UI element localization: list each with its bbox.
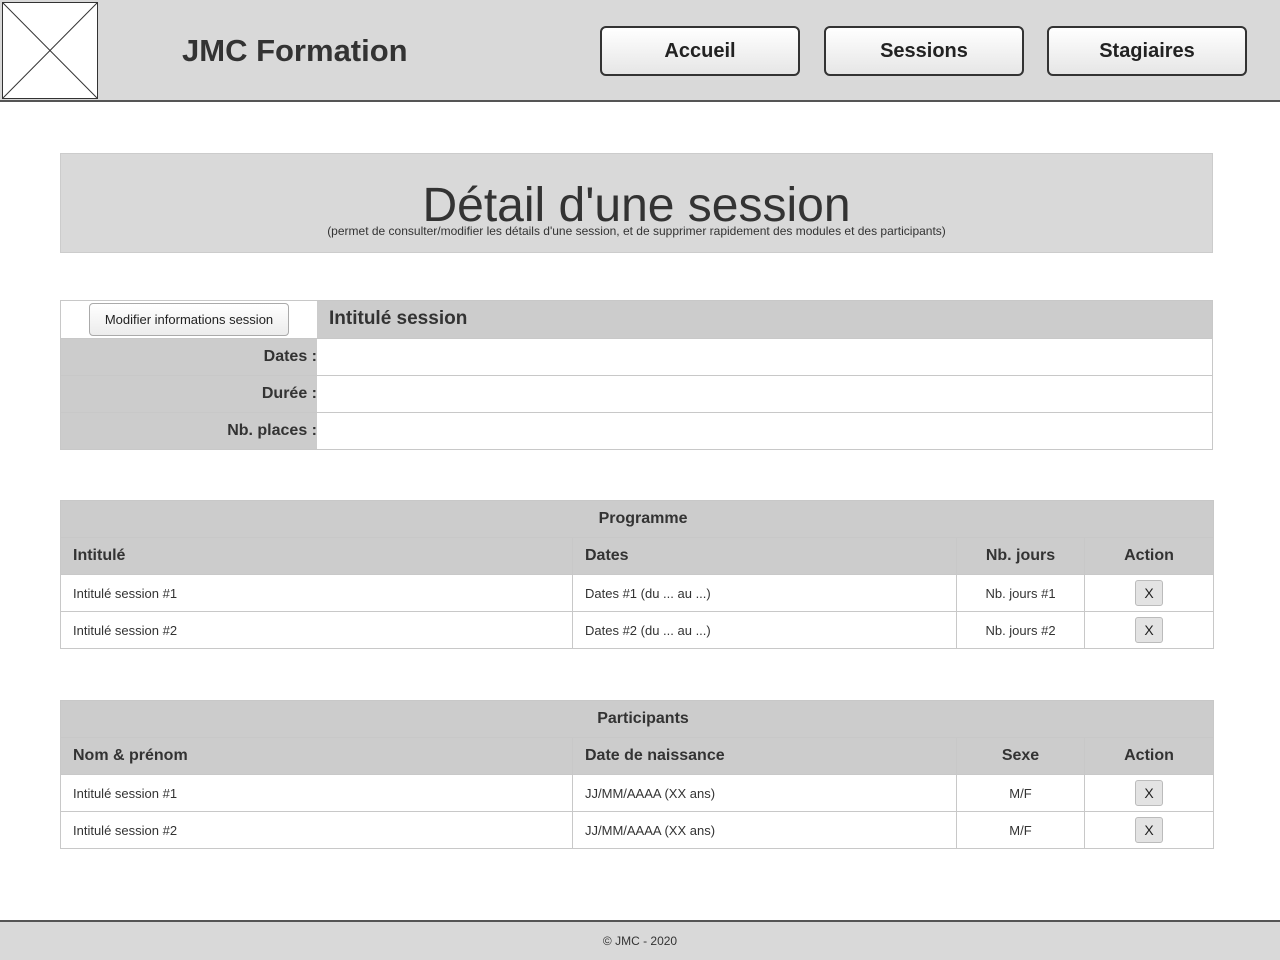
modify-session-button[interactable]: Modifier informations session bbox=[89, 303, 289, 336]
delete-module-button[interactable]: X bbox=[1135, 580, 1164, 606]
nav-button-sessions[interactable]: Sessions bbox=[824, 26, 1024, 76]
modify-button-cell: Modifier informations session bbox=[61, 301, 317, 338]
column-header-nom: Nom & prénom bbox=[60, 737, 573, 775]
places-label: Nb. places : bbox=[61, 413, 317, 449]
cell-dates: Dates #1 (du ... au ...) bbox=[572, 574, 957, 612]
session-info-table: Modifier informations session Intitulé s… bbox=[60, 300, 1213, 450]
header: JMC Formation Accueil Sessions Stagiaire… bbox=[0, 0, 1280, 102]
nav-button-stagiaires[interactable]: Stagiaires bbox=[1047, 26, 1247, 76]
participants-caption-row: Participants bbox=[59, 700, 1215, 738]
cell-sexe: M/F bbox=[956, 774, 1085, 812]
dates-label: Dates : bbox=[61, 339, 317, 375]
column-header-sexe: Sexe bbox=[956, 737, 1085, 775]
cell-action: X bbox=[1083, 574, 1215, 612]
programme-caption: Programme bbox=[59, 500, 1215, 538]
footer: © JMC - 2020 bbox=[0, 920, 1280, 960]
column-header-action: Action bbox=[1083, 737, 1215, 775]
column-header-intitule: Intitulé bbox=[60, 537, 573, 575]
table-row: Intitulé session #2 Dates #2 (du ... au … bbox=[60, 611, 1215, 649]
cell-nom: Intitulé session #1 bbox=[60, 774, 573, 812]
cell-nom: Intitulé session #2 bbox=[60, 811, 573, 849]
table-row: Intitulé session #1 Dates #1 (du ... au … bbox=[60, 574, 1215, 612]
title-panel: Détail d'une session (permet de consulte… bbox=[60, 153, 1213, 253]
session-info-row-dates: Dates : bbox=[61, 338, 1212, 375]
cell-nb-jours: Nb. jours #1 bbox=[956, 574, 1085, 612]
column-header-action: Action bbox=[1083, 537, 1215, 575]
delete-module-button[interactable]: X bbox=[1135, 617, 1164, 643]
cell-naissance: JJ/MM/AAAA (XX ans) bbox=[572, 811, 957, 849]
programme-table: Programme Intitulé Dates Nb. jours Actio… bbox=[59, 500, 1215, 649]
participants-header-row: Nom & prénom Date de naissance Sexe Acti… bbox=[60, 737, 1215, 775]
cell-action: X bbox=[1083, 611, 1215, 649]
cell-dates: Dates #2 (du ... au ...) bbox=[572, 611, 957, 649]
nav-button-accueil[interactable]: Accueil bbox=[600, 26, 800, 76]
session-info-row-duree: Durée : bbox=[61, 375, 1212, 412]
dates-value bbox=[317, 339, 1212, 375]
brand-title: JMC Formation bbox=[182, 33, 408, 68]
duree-label: Durée : bbox=[61, 376, 317, 412]
session-info-row-places: Nb. places : bbox=[61, 412, 1212, 449]
delete-participant-button[interactable]: X bbox=[1135, 817, 1164, 843]
column-header-nb-jours: Nb. jours bbox=[956, 537, 1085, 575]
cell-nb-jours: Nb. jours #2 bbox=[956, 611, 1085, 649]
delete-participant-button[interactable]: X bbox=[1135, 780, 1164, 806]
programme-header-row: Intitulé Dates Nb. jours Action bbox=[60, 537, 1215, 575]
participants-caption: Participants bbox=[59, 700, 1215, 738]
cell-action: X bbox=[1083, 774, 1215, 812]
participants-table: Participants Nom & prénom Date de naissa… bbox=[59, 700, 1215, 849]
places-value bbox=[317, 413, 1212, 449]
image-placeholder-icon bbox=[2, 2, 98, 99]
cell-naissance: JJ/MM/AAAA (XX ans) bbox=[572, 774, 957, 812]
cell-action: X bbox=[1083, 811, 1215, 849]
session-info-header-row: Modifier informations session Intitulé s… bbox=[61, 301, 1212, 338]
session-title: Intitulé session bbox=[317, 301, 1212, 338]
programme-caption-row: Programme bbox=[59, 500, 1215, 538]
column-header-dates: Dates bbox=[572, 537, 957, 575]
table-row: Intitulé session #2 JJ/MM/AAAA (XX ans) … bbox=[60, 811, 1215, 849]
table-row: Intitulé session #1 JJ/MM/AAAA (XX ans) … bbox=[60, 774, 1215, 812]
cell-sexe: M/F bbox=[956, 811, 1085, 849]
cell-intitule: Intitulé session #1 bbox=[60, 574, 573, 612]
column-header-naissance: Date de naissance bbox=[572, 737, 957, 775]
duree-value bbox=[317, 376, 1212, 412]
page-subtitle: (permet de consulter/modifier les détail… bbox=[327, 224, 946, 238]
cell-intitule: Intitulé session #2 bbox=[60, 611, 573, 649]
